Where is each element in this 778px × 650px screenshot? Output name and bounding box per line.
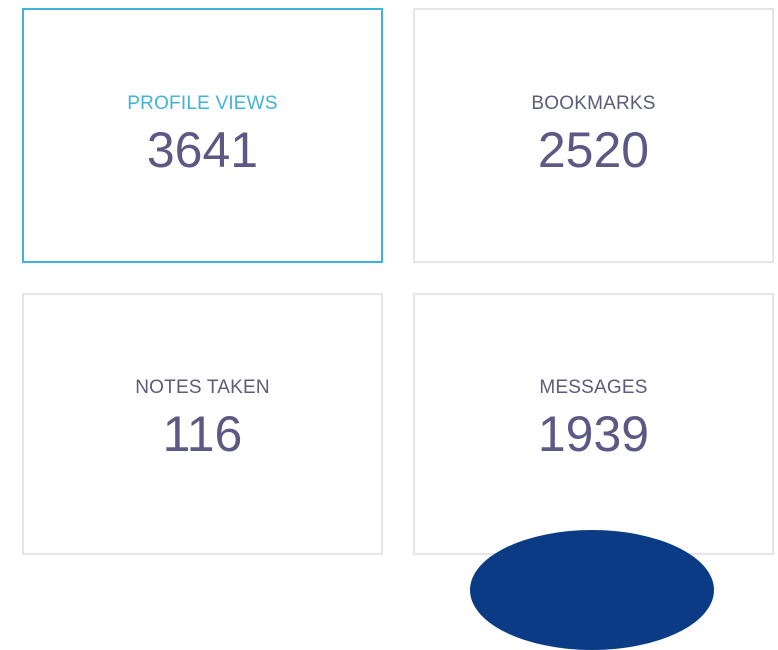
stat-value-profile-views: 3641 (146, 122, 259, 178)
floating-action-button[interactable] (470, 530, 714, 650)
stat-value-bookmarks: 2520 (537, 122, 650, 178)
stat-card-messages[interactable]: MESSAGES 1939 (413, 293, 774, 555)
stat-label-notes-taken: NOTES TAKEN (135, 377, 270, 398)
stat-label-messages: MESSAGES (539, 377, 648, 398)
stat-value-notes-taken: 116 (162, 406, 243, 462)
stat-value-messages: 1939 (537, 406, 650, 462)
stat-label-profile-views: PROFILE VIEWS (127, 93, 278, 114)
stat-card-bookmarks[interactable]: BOOKMARKS 2520 (413, 8, 774, 263)
stat-card-profile-views[interactable]: PROFILE VIEWS 3641 (22, 8, 383, 263)
stat-label-bookmarks: BOOKMARKS (531, 93, 656, 114)
stat-card-notes-taken[interactable]: NOTES TAKEN 116 (22, 293, 383, 555)
